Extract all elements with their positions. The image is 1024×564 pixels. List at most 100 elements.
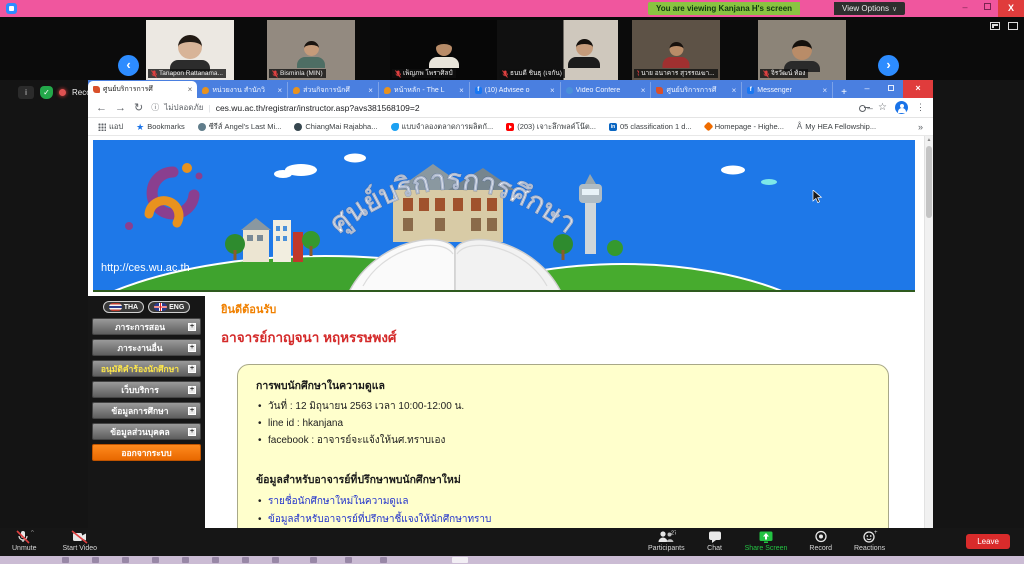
leave-button[interactable]: Leave	[966, 534, 1010, 549]
back-icon[interactable]: ←	[96, 98, 107, 118]
scroll-up-arrow[interactable]: ▲	[925, 136, 933, 145]
tab-close-icon[interactable]: ×	[188, 85, 193, 94]
note-link[interactable]: รายชื่อนักศึกษาใหม่ในความดูแล	[256, 493, 870, 511]
sidebar-item-approve-requests[interactable]: อนุมัติคำร้องนักศึกษา+	[92, 360, 201, 377]
svg-text:^: ^	[31, 530, 34, 536]
tab-close-icon[interactable]: ×	[550, 86, 555, 95]
video-thumbnail-strip: ‹ Tanapon Rattanama... Bisminla (MIN) เพ…	[0, 17, 1024, 80]
bookmark-item[interactable]: Homepage - Highe...	[705, 122, 784, 131]
sidebar-item-teaching-load[interactable]: ภาระการสอน+	[92, 318, 201, 335]
tab-close-icon[interactable]: ×	[368, 86, 373, 95]
expand-plus-icon[interactable]: +	[188, 428, 196, 436]
bookmarks-bar: แอป ★Bookmarks ซีรีส์ Angel's Last Mi...…	[88, 118, 933, 136]
windows-taskbar[interactable]	[0, 556, 1024, 564]
browser-tab[interactable]: หน่วยงาน สำนักวิ ×	[197, 82, 288, 98]
password-key-icon[interactable]	[859, 104, 870, 112]
browser-maximize-button[interactable]	[879, 80, 903, 98]
sidebar-item-web-services[interactable]: เว็บบริการ+	[92, 381, 201, 398]
expand-plus-icon[interactable]: +	[188, 323, 196, 331]
bookmark-item[interactable]: ChiangMai Rajabha...	[294, 122, 377, 131]
banner-site-url: http://ces.wu.ac.th	[101, 262, 190, 274]
record-button[interactable]: Record	[809, 530, 832, 552]
participants-button[interactable]: 27 Participants	[648, 530, 685, 552]
tab-close-icon[interactable]: ×	[277, 86, 282, 95]
scroll-right-button[interactable]: ›	[878, 55, 899, 76]
bookmark-item[interactable]: แบบจำลองตลาดการผลิตกั...	[391, 121, 494, 133]
sidebar-item-education-info[interactable]: ข้อมูลการศึกษา+	[92, 402, 201, 419]
browser-tab[interactable]: f Messenger ×	[742, 82, 833, 98]
tab-close-icon[interactable]: ×	[822, 86, 827, 95]
browser-minimize-button[interactable]: –	[855, 80, 879, 98]
lang-thai-button[interactable]: THA	[103, 301, 144, 313]
page-scrollbar[interactable]: ▲	[924, 136, 933, 528]
unmute-button[interactable]: ^ Unmute	[12, 530, 37, 552]
fullscreen-icon[interactable]	[1008, 22, 1018, 30]
camera-off-icon	[69, 530, 91, 544]
security-shield-icon[interactable]: ✓	[40, 86, 53, 99]
browser-tab[interactable]: Video Confere ×	[561, 82, 652, 98]
bookmark-item[interactable]: แอป	[98, 121, 123, 133]
youtube-icon	[506, 123, 514, 131]
participant-video[interactable]: นาย อนาคาร สุวรรณฆา...	[632, 20, 720, 80]
info-icon[interactable]: ⓘ	[151, 102, 159, 113]
minimize-button[interactable]: –	[954, 0, 976, 17]
reactions-button[interactable]: + Reactions	[854, 530, 885, 552]
close-button[interactable]: X	[998, 0, 1024, 17]
participants-icon: 27	[656, 530, 676, 544]
sidebar-item-other-duties[interactable]: ภาระงานอื่น+	[92, 339, 201, 356]
expand-plus-icon[interactable]: +	[188, 344, 196, 352]
bookmark-item[interactable]: ซีรีส์ Angel's Last Mi...	[198, 121, 282, 133]
browser-close-button[interactable]: ×	[903, 80, 933, 98]
bookmark-item[interactable]: in05 classification 1 d...	[609, 122, 692, 131]
note-link[interactable]: ข้อมูลสำหรับอาจารย์ที่ปรึกษาชี้แจงให้นัก…	[256, 511, 870, 528]
browser-tab[interactable]: ส่วนกิจการนักศึ ×	[288, 82, 379, 98]
participants-count-badge: 27	[671, 531, 676, 537]
maximize-button[interactable]	[976, 0, 998, 17]
browser-tab[interactable]: หน้าหลัก - The L ×	[379, 82, 470, 98]
forward-icon[interactable]: →	[115, 98, 126, 118]
participant-video[interactable]: จิรวัฒน์ ท้อง	[758, 20, 846, 80]
participant-video[interactable]: Bisminla (MIN)	[267, 20, 355, 80]
ces-favicon-icon	[93, 86, 100, 93]
participant-name: นาย อนาคาร สุวรรณฆา...	[641, 69, 715, 78]
share-screen-button[interactable]: Share Screen	[745, 530, 788, 552]
gallery-view-icon[interactable]	[990, 22, 1000, 30]
browser-tab[interactable]: f (10) Advisee o ×	[470, 82, 561, 98]
tab-close-icon[interactable]: ×	[459, 86, 464, 95]
view-options-button[interactable]: View Options∨	[834, 2, 905, 15]
scrollbar-thumb[interactable]	[926, 146, 932, 218]
expand-plus-icon[interactable]: +	[188, 407, 196, 415]
mic-muted-icon: ^	[13, 530, 35, 544]
muted-mic-icon	[272, 70, 278, 78]
bookmark-star-icon[interactable]: ☆	[878, 102, 887, 113]
reload-icon[interactable]: ↻	[134, 98, 143, 118]
profile-avatar[interactable]	[895, 101, 908, 114]
meeting-info-icon[interactable]: i	[18, 86, 34, 99]
viewing-banner: You are viewing Kanjana H's screen	[648, 2, 800, 15]
browser-tab[interactable]: ศูนย์บริการการศึ ×	[651, 82, 742, 98]
bookmark-item[interactable]: (203) เจาะลึกพลค์โน๊ต...	[506, 121, 596, 133]
url-field[interactable]: ⓘ ไม่ปลอดภัย | ces.wu.ac.th/registrar/in…	[151, 101, 851, 114]
start-video-button[interactable]: Start Video	[63, 530, 98, 552]
tab-close-icon[interactable]: ×	[732, 86, 737, 95]
welcome-text: ยินดีต้อนรับ	[221, 300, 924, 318]
participant-video[interactable]: เพ็ญภพ โพราศิลป์	[390, 20, 497, 80]
browser-tab[interactable]: ศูนย์บริการการศึ ×	[88, 81, 197, 98]
browser-menu-icon[interactable]: ⋮	[916, 102, 925, 113]
logout-button[interactable]: ออกจากระบบ	[92, 444, 201, 461]
sidebar-item-personal-info[interactable]: ข้อมูลส่วนบุคคล+	[92, 423, 201, 440]
bookmark-item[interactable]: ★Bookmarks	[136, 122, 185, 131]
scroll-left-button[interactable]: ‹	[118, 55, 139, 76]
lang-english-button[interactable]: ENG	[148, 301, 190, 313]
participant-video[interactable]: ธนบดี ชินธุ (เจกัน)	[497, 20, 618, 80]
chat-button[interactable]: Chat	[707, 530, 723, 552]
chrome-browser-window: ศูนย์บริการการศึ × หน่วยงาน สำนักวิ × ส่…	[88, 80, 933, 528]
bookmarks-overflow-icon[interactable]: »	[918, 122, 923, 132]
participant-face	[568, 39, 600, 68]
participant-video[interactable]: Tanapon Rattanama...	[146, 20, 234, 80]
new-tab-button[interactable]: +	[833, 87, 855, 98]
bookmark-item[interactable]: ÅMy HEA Fellowship...	[797, 122, 876, 131]
expand-plus-icon[interactable]: +	[188, 365, 196, 373]
expand-plus-icon[interactable]: +	[188, 386, 196, 394]
tab-close-icon[interactable]: ×	[641, 86, 646, 95]
